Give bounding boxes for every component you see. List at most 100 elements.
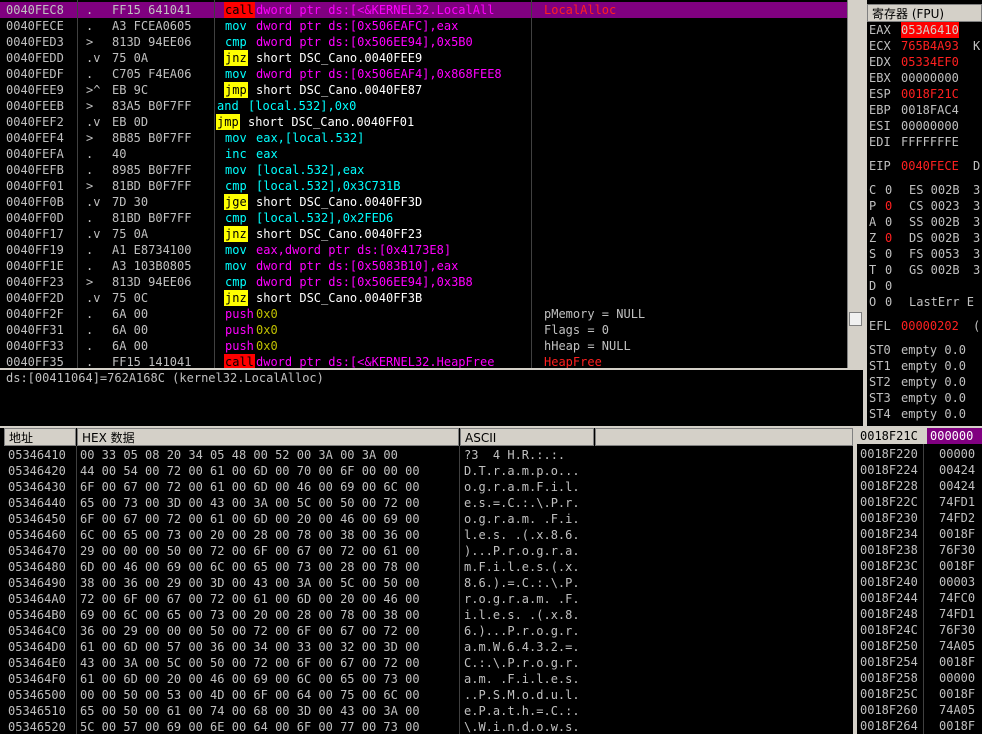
disasm-bytes: 6A 00: [112, 339, 149, 353]
disasm-row[interactable]: 0040FF19. A1 E8734100 mov eax,dword ptr ds:…: [0, 242, 847, 258]
dump-row[interactable]: 05346480 6D 00 46 00 69 00 6C 00 65 00 73…: [0, 559, 853, 575]
disasm-row[interactable]: 0040FF31. 6A 00 push 0x0 Flags = 0: [0, 322, 847, 338]
dump-row[interactable]: 05346430 6F 00 67 00 72 00 61 00 6D 00 46…: [0, 479, 853, 495]
disasm-row[interactable]: 0040FF23 >813D 94EE06 cmp dword ptr ds:[0x5…: [0, 274, 847, 290]
stack-row[interactable]: 0018F250 74A05: [857, 638, 982, 654]
dump-row[interactable]: 053464B0 69 00 6C 00 65 00 73 00 20 00 28…: [0, 607, 853, 623]
scrollbar-thumb[interactable]: [849, 312, 862, 326]
registers-pane[interactable]: 寄存器 (FPU) EAX 053A6410 ECX 765B4A93 K EDX 0533…: [867, 0, 982, 426]
fpu-row[interactable]: ST4 empty 0.0: [867, 406, 982, 422]
dump-row[interactable]: 053464C0 36 00 29 00 00 00 50 00 72 00 6F…: [0, 623, 853, 639]
stack-row[interactable]: 0018F240 00003: [857, 574, 982, 590]
register-row[interactable]: ESI 00000000: [867, 118, 982, 134]
stack-row[interactable]: 0018F25C 0018F: [857, 686, 982, 702]
dump-ascii: \.W.i.n.d.o.w.s.: [464, 720, 580, 734]
registers-title[interactable]: 寄存器 (FPU): [867, 4, 982, 22]
stack-row[interactable]: 0018F258 00000: [857, 670, 982, 686]
flag-row[interactable]: C 0 ES 002B 3: [867, 182, 982, 198]
dump-header-ascii[interactable]: ASCII: [460, 428, 594, 446]
stack-row[interactable]: 0018F230 74FD2: [857, 510, 982, 526]
dump-row[interactable]: 05346420 44 00 54 00 72 00 61 00 6D 00 70…: [0, 463, 853, 479]
disasm-mark: .: [86, 211, 94, 225]
disassembly-pane[interactable]: 0040FEC8. FF15 641041 call dword ptr ds:[<&…: [0, 0, 847, 368]
stack-row[interactable]: 0018F264 0018F: [857, 718, 982, 734]
fpu-row[interactable]: ST3 empty 0.0: [867, 390, 982, 406]
dump-row[interactable]: 053464F0 61 00 6D 00 20 00 46 00 69 00 6C…: [0, 671, 853, 687]
stack-row[interactable]: 0018F234 0018F: [857, 526, 982, 542]
stack-row[interactable]: 0018F260 74A05: [857, 702, 982, 718]
segment-extra: 3: [973, 215, 981, 229]
stack-row[interactable]: 0018F254 0018F: [857, 654, 982, 670]
dump-row[interactable]: 05346440 65 00 73 00 3D 00 43 00 3A 00 5C…: [0, 495, 853, 511]
register-row[interactable]: EBP 0018FAC4: [867, 102, 982, 118]
flag-row[interactable]: D0: [867, 278, 982, 294]
stack-row[interactable]: 0018F24C 76F30: [857, 622, 982, 638]
dump-row[interactable]: 05346470 29 00 00 00 50 00 72 00 6F 00 67…: [0, 543, 853, 559]
register-row[interactable]: EDI FFFFFFFE: [867, 134, 982, 150]
stack-row[interactable]: 0018F248 74FD1: [857, 606, 982, 622]
register-row[interactable]: ECX 765B4A93 K: [867, 38, 982, 54]
disasm-row[interactable]: 0040FF01 >81BD B0F7FF cmp [local.532],0x3C7…: [0, 178, 847, 194]
disasm-row[interactable]: 0040FF2D .v 75 0C jnz short DSC_Cano.0040FF3…: [0, 290, 847, 306]
register-row[interactable]: EAX 053A6410: [867, 22, 982, 38]
flag-row[interactable]: P 0 CS 0023 3: [867, 198, 982, 214]
disasm-row[interactable]: 0040FEEB >83A5 B0F7FF and [local.532],0x0: [0, 98, 847, 114]
stack-row[interactable]: 0018F244 74FC0: [857, 590, 982, 606]
flag-row[interactable]: S 0 FS 0053 3: [867, 246, 982, 262]
dump-row[interactable]: 053464D0 61 00 6D 00 57 00 36 00 34 00 33…: [0, 639, 853, 655]
dump-header-address[interactable]: 地址: [4, 428, 76, 446]
disasm-row[interactable]: 0040FF2F. 6A 00 push 0x0 pMemory = NULL: [0, 306, 847, 322]
fpu-row[interactable]: ST1 empty 0.0: [867, 358, 982, 374]
flag-row[interactable]: T 0 GS 002B 3: [867, 262, 982, 278]
fpu-row[interactable]: ST0 empty 0.0: [867, 342, 982, 358]
dump-row[interactable]: 053464A0 72 00 6F 00 67 00 72 00 61 00 6D…: [0, 591, 853, 607]
disasm-row[interactable]: 0040FED3 >813D 94EE06 cmp dword ptr ds:[0x5…: [0, 34, 847, 50]
dump-row[interactable]: 05346500 00 00 50 00 53 00 4D 00 6F 00 64…: [0, 687, 853, 703]
stack-row[interactable]: 0018F23C 0018F: [857, 558, 982, 574]
stack-row[interactable]: 0018F228 00424: [857, 478, 982, 494]
flag-row[interactable]: O 0 LastErr E: [867, 294, 982, 310]
flag-row[interactable]: Z 0 DS 002B 3: [867, 230, 982, 246]
fpu-row[interactable]: ST2 empty 0.0: [867, 374, 982, 390]
dump-row[interactable]: 05346410 00 33 05 08 20 34 05 48 00 52 00…: [0, 447, 853, 463]
dump-row[interactable]: 05346520 5C 00 57 00 69 00 6E 00 64 00 6F…: [0, 719, 853, 734]
disasm-row[interactable]: 0040FF0D. 81BD B0F7FF cmp [local.532],0x2FE…: [0, 210, 847, 226]
register-row-efl[interactable]: EFL 00000202 (: [867, 318, 982, 334]
disasm-row[interactable]: 0040FF0B .v 7D 30 jge short DSC_Cano.0040FF3…: [0, 194, 847, 210]
disasm-row[interactable]: 0040FEC8. FF15 641041 call dword ptr ds:[<&…: [0, 2, 847, 18]
stack-row[interactable]: 0018F22C 74FD1: [857, 494, 982, 510]
disasm-row[interactable]: 0040FF33. 6A 00 push 0x0 hHeap = NULL: [0, 338, 847, 354]
dump-row[interactable]: 05346450 6F 00 67 00 72 00 61 00 6D 00 20…: [0, 511, 853, 527]
dump-row[interactable]: 05346490 38 00 36 00 29 00 3D 00 43 00 3A…: [0, 575, 853, 591]
dump-row[interactable]: 05346460 6C 00 65 00 73 00 20 00 28 00 78…: [0, 527, 853, 543]
dump-header-hex[interactable]: HEX 数据: [77, 428, 459, 446]
disasm-row[interactable]: 0040FEF2 .v EB 0D jmp short DSC_Cano.0040FF0…: [0, 114, 847, 130]
dump-pane[interactable]: 地址 HEX 数据 ASCII 05346410 00 33 05 08 20 3…: [0, 428, 853, 734]
register-row-eip[interactable]: EIP 0040FECE D: [867, 158, 982, 174]
dump-row[interactable]: 05346510 65 00 50 00 61 00 74 00 68 00 3D…: [0, 703, 853, 719]
disasm-mnemonic: mov: [225, 243, 247, 257]
reg-name: EIP: [869, 159, 891, 173]
stack-row[interactable]: 0018F220 00000: [857, 446, 982, 462]
disasm-row[interactable]: 0040FEFA. 40 inc eax: [0, 146, 847, 162]
disasm-row[interactable]: 0040FF1E. A3 103B0805 mov dword ptr ds:[0x5…: [0, 258, 847, 274]
register-row[interactable]: EBX 00000000: [867, 70, 982, 86]
dump-row[interactable]: 053464E0 43 00 3A 00 5C 00 50 00 72 00 6F…: [0, 655, 853, 671]
disassembly-scrollbar[interactable]: [847, 0, 863, 368]
register-row[interactable]: ESP 0018F21C: [867, 86, 982, 102]
disasm-row[interactable]: 0040FEDF. C705 F4EA06 mov dword ptr ds:[0x5…: [0, 66, 847, 82]
disasm-row[interactable]: 0040FEDD .v 75 0A jnz short DSC_Cano.0040FEE…: [0, 50, 847, 66]
flag-row[interactable]: A 0 SS 002B 3: [867, 214, 982, 230]
disasm-row[interactable]: 0040FEF4 >8B85 B0F7FF mov eax,[local.532]: [0, 130, 847, 146]
disasm-row[interactable]: 0040FF17 .v 75 0A jnz short DSC_Cano.0040FF2…: [0, 226, 847, 242]
stack-value: 76F30: [939, 623, 976, 637]
stack-row[interactable]: 0018F224 00424: [857, 462, 982, 478]
stack-row[interactable]: 0018F238 76F30: [857, 542, 982, 558]
disasm-row[interactable]: 0040FEE9 >^ EB 9C jmp short DSC_Cano.0040FE8…: [0, 82, 847, 98]
register-row[interactable]: EDX 05334EF0: [867, 54, 982, 70]
disasm-row[interactable]: 0040FF35. FF15 141041 call dword ptr ds:[<&…: [0, 354, 847, 368]
disasm-row[interactable]: 0040FEFB. 8985 B0F7FF mov [local.532],eax: [0, 162, 847, 178]
stack-pane[interactable]: 0018F21C 000000 0018F220 00000 0018F224 004…: [857, 428, 982, 734]
disasm-row[interactable]: 0040FECE. A3 FCEA0605 mov dword ptr ds:[0x5…: [0, 18, 847, 34]
stack-top-row[interactable]: 0018F21C 000000: [857, 428, 982, 444]
